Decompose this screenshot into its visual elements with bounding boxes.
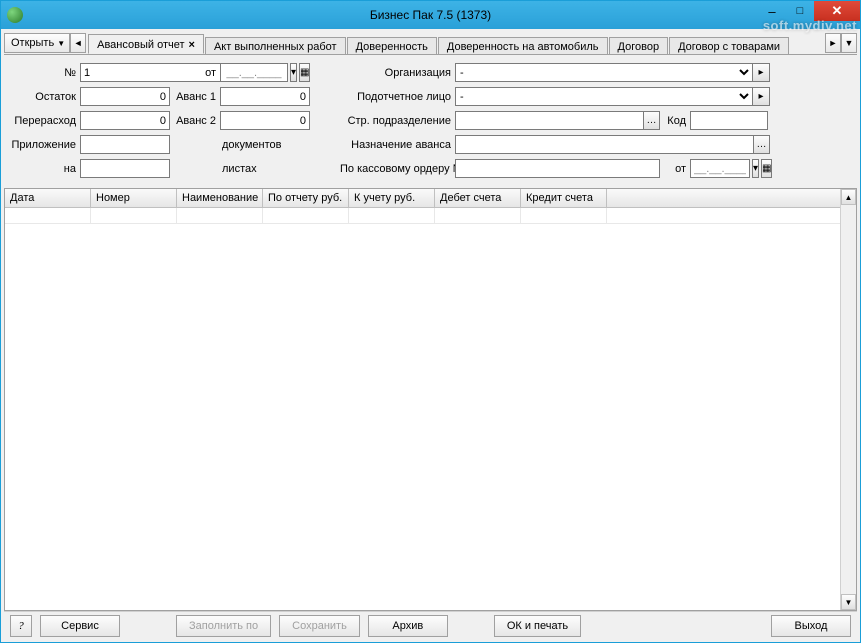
- column-header[interactable]: Наименование: [177, 189, 263, 207]
- watermark: soft.mydiv.net: [763, 18, 857, 33]
- tab-bar: Открыть ▼ ◄ Авансовый отчет×Акт выполнен…: [4, 32, 857, 54]
- kassord-date-input[interactable]: [690, 159, 750, 178]
- form-panel: № ⇵ от ▾ ▦ Организация - ▸ Оста: [4, 54, 857, 184]
- column-header[interactable]: По отчету руб.: [263, 189, 349, 207]
- avans1-input[interactable]: [220, 87, 310, 106]
- tab-0[interactable]: Авансовый отчет×: [88, 34, 204, 54]
- fill-by-button[interactable]: Заполнить по: [176, 615, 271, 637]
- column-header[interactable]: Дата: [5, 189, 91, 207]
- org-select[interactable]: -: [455, 63, 753, 82]
- person-label: Подотчетное лицо: [340, 91, 455, 103]
- naznach-lookup-icon[interactable]: …: [753, 135, 770, 154]
- avans1-label: Аванс 1: [170, 91, 220, 103]
- scroll-down-icon[interactable]: ▼: [841, 594, 856, 610]
- tab-2[interactable]: Доверенность: [347, 37, 437, 54]
- tab-1[interactable]: Акт выполненных работ: [205, 37, 346, 54]
- avans2-input[interactable]: [220, 111, 310, 130]
- tab-list-dropdown[interactable]: ▼: [841, 33, 857, 53]
- kod-input[interactable]: [690, 111, 768, 130]
- avans2-label: Аванс 2: [170, 115, 220, 127]
- org-label: Организация: [340, 67, 455, 79]
- documents-label: документов: [220, 139, 310, 151]
- tab-close-icon[interactable]: ×: [189, 39, 195, 51]
- service-button[interactable]: Сервис: [40, 615, 120, 637]
- date-dropdown-icon[interactable]: ▾: [290, 63, 297, 82]
- kassord-label: По кассовому ордеру №: [340, 163, 455, 175]
- archive-button[interactable]: Архив: [368, 615, 448, 637]
- kassord-ot-label: от: [660, 163, 690, 175]
- person-lookup-icon[interactable]: ▸: [753, 87, 770, 106]
- column-header[interactable]: Дебет счета: [435, 189, 521, 207]
- titlebar: Бизнес Пак 7.5 (1373): [1, 1, 860, 29]
- prilozh-label: Приложение: [10, 139, 80, 151]
- table-row[interactable]: [5, 208, 856, 224]
- ot-label: от: [170, 67, 220, 79]
- na-input[interactable]: [80, 159, 170, 178]
- kod-label: Код: [660, 115, 690, 127]
- kassord-input[interactable]: [455, 159, 660, 178]
- tab-scroll-right[interactable]: ►: [825, 33, 841, 53]
- column-header[interactable]: Кредит счета: [521, 189, 607, 207]
- exit-button[interactable]: Выход: [771, 615, 851, 637]
- naznach-label: Назначение аванса: [340, 139, 455, 151]
- number-label: №: [10, 67, 80, 79]
- save-button[interactable]: Сохранить: [279, 615, 360, 637]
- ok-print-button[interactable]: ОК и печать: [494, 615, 581, 637]
- window-title: Бизнес Пак 7.5 (1373): [1, 8, 860, 22]
- person-select[interactable]: -: [455, 87, 753, 106]
- listah-label: листах: [220, 163, 310, 175]
- ostatok-input[interactable]: [80, 87, 170, 106]
- dept-lookup-icon[interactable]: …: [643, 111, 660, 130]
- tab-scroll-left[interactable]: ◄: [70, 33, 86, 53]
- org-lookup-icon[interactable]: ▸: [753, 63, 770, 82]
- column-header[interactable]: К учету руб.: [349, 189, 435, 207]
- column-header[interactable]: Номер: [91, 189, 177, 207]
- tab-5[interactable]: Договор с товарами: [669, 37, 789, 54]
- open-button[interactable]: Открыть ▼: [4, 33, 70, 53]
- kassord-date-dropdown-icon[interactable]: ▾: [752, 159, 759, 178]
- open-button-label: Открыть: [11, 37, 54, 49]
- prilozh-input[interactable]: [80, 135, 170, 154]
- bottom-toolbar: ? Сервис Заполнить по Сохранить Архив ОК…: [4, 611, 857, 639]
- ostatok-label: Остаток: [10, 91, 80, 103]
- tab-3[interactable]: Доверенность на автомобиль: [438, 37, 608, 54]
- grid-body[interactable]: [5, 208, 856, 610]
- dropdown-arrow-icon: ▼: [57, 39, 65, 48]
- tab-4[interactable]: Договор: [609, 37, 669, 54]
- dept-label: Стр. подразделение: [340, 115, 455, 127]
- vertical-scrollbar[interactable]: ▲ ▼: [840, 189, 856, 610]
- data-grid: ДатаНомерНаименованиеПо отчету руб.К уче…: [4, 188, 857, 611]
- na-label: на: [10, 163, 80, 175]
- help-button[interactable]: ?: [10, 615, 32, 637]
- kassord-calendar-icon[interactable]: ▦: [761, 159, 772, 178]
- calendar-icon[interactable]: ▦: [299, 63, 310, 82]
- naznach-input[interactable]: [455, 135, 753, 154]
- scroll-up-icon[interactable]: ▲: [841, 189, 856, 205]
- pereraskhod-label: Перерасход: [10, 115, 80, 127]
- dept-input[interactable]: [455, 111, 643, 130]
- date-input[interactable]: [220, 63, 288, 82]
- pereraskhod-input[interactable]: [80, 111, 170, 130]
